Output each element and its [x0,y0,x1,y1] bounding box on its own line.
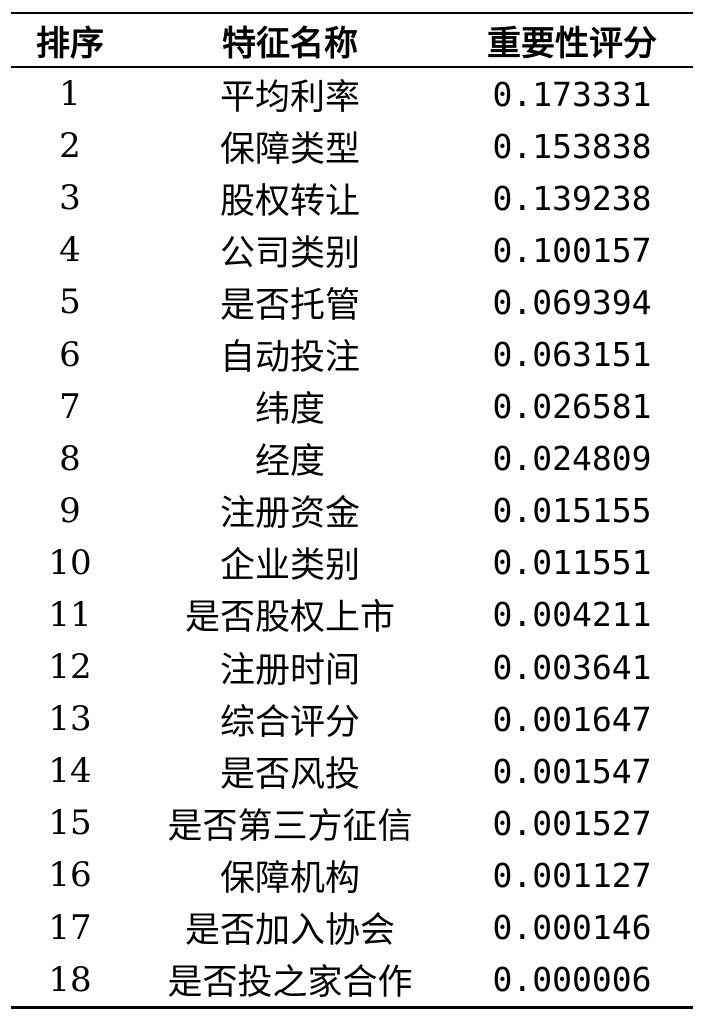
cell-feature-name: 保障机构 [219,858,360,899]
cell-rank: 14 [48,751,92,792]
cell-rank: 12 [48,647,92,688]
cell-importance-score: 0.001547 [492,751,652,791]
cell-rank: 18 [48,959,92,1000]
cell-feature-name: 纬度 [254,390,325,431]
cell-rank: 4 [59,230,81,271]
cell-importance-score: 0.063151 [492,335,652,375]
cell-feature-name: 股权转让 [219,181,360,222]
cell-importance-score: 0.003641 [492,647,652,687]
cell-rank: 7 [59,386,81,427]
table-row: 4 公司类别 0.100157 [11,224,693,276]
cell-rank: 1 [59,74,81,115]
cell-importance-score: 0.000146 [492,908,652,948]
cell-feature-name: 保障类型 [219,129,360,170]
cell-importance-score: 0.139238 [492,178,652,218]
cell-rank: 11 [48,594,92,635]
cell-rank: 3 [59,178,81,219]
table-row: 10 企业类别 0.011551 [11,537,693,589]
cell-importance-score: 0.153838 [492,126,652,166]
cell-feature-name: 是否托管 [219,285,360,326]
cell-rank: 15 [48,803,92,844]
cell-feature-name: 是否加入协会 [184,911,395,952]
table-row: 1 平均利率 0.173331 [11,68,693,120]
cell-feature-name: 是否股权上市 [184,598,395,639]
cell-importance-score: 0.015155 [492,491,652,531]
cell-feature-name: 平均利率 [219,77,360,118]
table-row: 17 是否加入协会 0.000146 [11,902,693,954]
header-importance-score: 重要性评分 [487,23,657,64]
cell-rank: 6 [59,334,81,375]
cell-importance-score: 0.173331 [492,74,652,114]
header-rank: 排序 [36,23,104,64]
cell-importance-score: 0.069394 [492,282,652,322]
table-header: 排序 特征名称 重要性评分 [11,14,693,66]
cell-importance-score: 0.011551 [492,543,652,583]
table-row: 13 综合评分 0.001647 [11,693,693,745]
cell-importance-score: 0.024809 [492,439,652,479]
cell-importance-score: 0.026581 [492,387,652,427]
table-row: 15 是否第三方征信 0.001527 [11,797,693,849]
cell-feature-name: 注册时间 [219,650,360,691]
cell-rank: 13 [48,699,92,740]
feature-importance-table: 排序 特征名称 重要性评分 1 平均利率 0.173331 2 保障类型 0.153838… [11,12,693,1009]
table-body: 1 平均利率 0.173331 2 保障类型 0.153838 3 股权转让 0.139238 4… [11,68,693,1006]
table-row: 2 保障类型 0.153838 [11,120,693,172]
table-row: 6 自动投注 0.063151 [11,328,693,380]
table-row: 16 保障机构 0.001127 [11,849,693,901]
cell-feature-name: 自动投注 [219,338,360,379]
cell-rank: 2 [59,126,81,167]
cell-importance-score: 0.001647 [492,699,652,739]
cell-feature-name: 是否风投 [219,754,360,795]
cell-feature-name: 是否第三方征信 [167,806,413,847]
cell-importance-score: 0.001127 [492,855,652,895]
table-row: 7 纬度 0.026581 [11,381,693,433]
table-row: 9 注册资金 0.015155 [11,485,693,537]
header-feature-name: 特征名称 [222,23,358,64]
cell-importance-score: 0.000006 [492,960,652,1000]
bottom-rule [11,1005,693,1009]
table-row: 12 注册时间 0.003641 [11,641,693,693]
cell-feature-name: 经度 [254,442,325,483]
table-row: 3 股权转让 0.139238 [11,172,693,224]
cell-rank: 8 [59,438,81,479]
cell-feature-name: 注册资金 [219,494,360,535]
cell-rank: 17 [48,907,92,948]
cell-importance-score: 0.004211 [492,595,652,635]
table-row: 8 经度 0.024809 [11,433,693,485]
cell-rank: 16 [48,855,92,896]
table-row: 18 是否投之家合作 0.000006 [11,954,693,1006]
table-row: 5 是否托管 0.069394 [11,276,693,328]
cell-rank: 10 [48,542,92,583]
cell-feature-name: 综合评分 [219,702,360,743]
table-row: 11 是否股权上市 0.004211 [11,589,693,641]
cell-importance-score: 0.001527 [492,803,652,843]
table-row: 14 是否风投 0.001547 [11,745,693,797]
cell-rank: 9 [59,490,81,531]
cell-feature-name: 公司类别 [219,233,360,274]
cell-feature-name: 企业类别 [219,546,360,587]
cell-rank: 5 [59,282,81,323]
cell-importance-score: 0.100157 [492,230,652,270]
cell-feature-name: 是否投之家合作 [167,963,413,1004]
